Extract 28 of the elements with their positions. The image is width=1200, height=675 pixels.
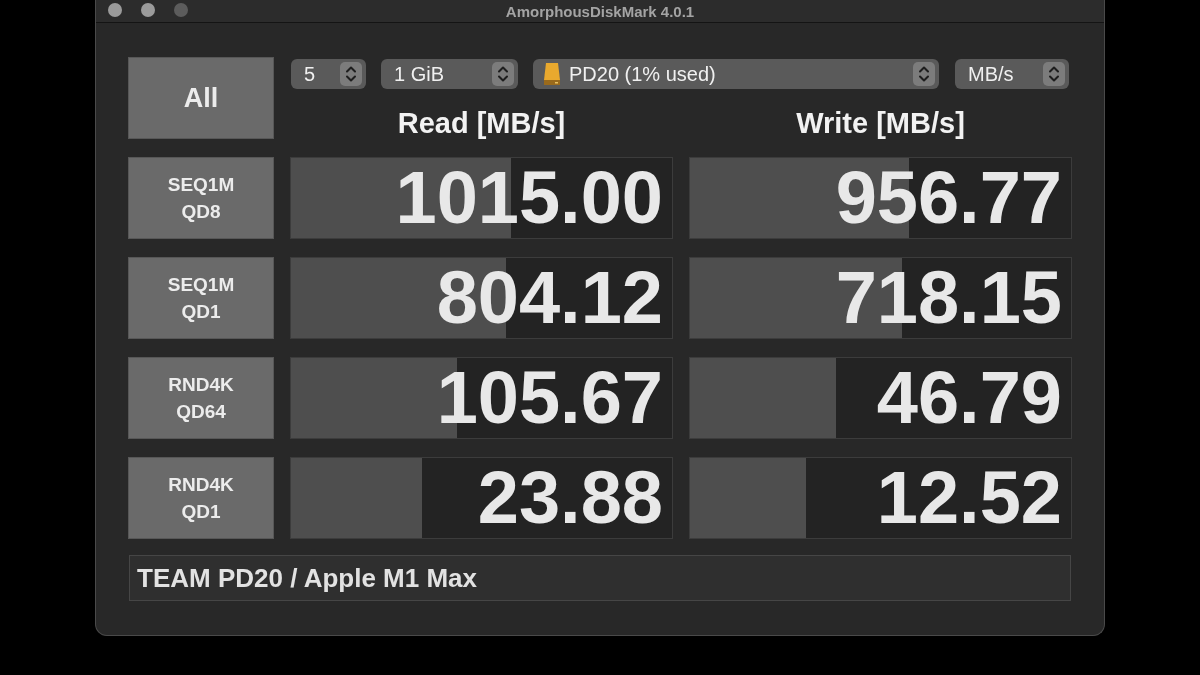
stepper-icon (340, 62, 362, 86)
column-header: Write [MB/s] (795, 106, 966, 140)
column-header: Read [MB/s] (396, 106, 567, 140)
comment-field[interactable]: TEAM PD20 / Apple M1 Max (129, 555, 1071, 601)
result-value: 804.12 (436, 261, 664, 335)
test-button[interactable]: RND4K QD1 (128, 457, 274, 539)
stepper-icon (913, 62, 935, 86)
stepper-icon (492, 62, 514, 86)
result-value: 956.77 (835, 161, 1063, 235)
result-value: 23.88 (477, 461, 664, 535)
minimize-button[interactable] (141, 3, 155, 17)
unit-dropdown[interactable]: MB/s (955, 59, 1069, 89)
test-button[interactable]: RND4K QD64 (128, 357, 274, 439)
drive-dropdown[interactable]: PD20 (1% used) (533, 59, 939, 89)
window-title: AmorphousDiskMark 4.0.1 (505, 2, 695, 20)
all-button[interactable]: All (128, 57, 274, 139)
result-value: 12.52 (876, 461, 1063, 535)
drive-icon (543, 62, 561, 86)
stepper-icon (1043, 62, 1065, 86)
result-value: 718.15 (835, 261, 1063, 335)
test-button[interactable]: SEQ1M QD1 (128, 257, 274, 339)
test-count-dropdown[interactable]: 5 (291, 59, 366, 89)
result-value: 46.79 (876, 361, 1063, 435)
result-value: 1015.00 (395, 161, 664, 235)
test-size-dropdown[interactable]: 1 GiB (381, 59, 518, 89)
test-button[interactable]: SEQ1M QD8 (128, 157, 274, 239)
result-value: 105.67 (436, 361, 664, 435)
close-button[interactable] (108, 3, 122, 17)
